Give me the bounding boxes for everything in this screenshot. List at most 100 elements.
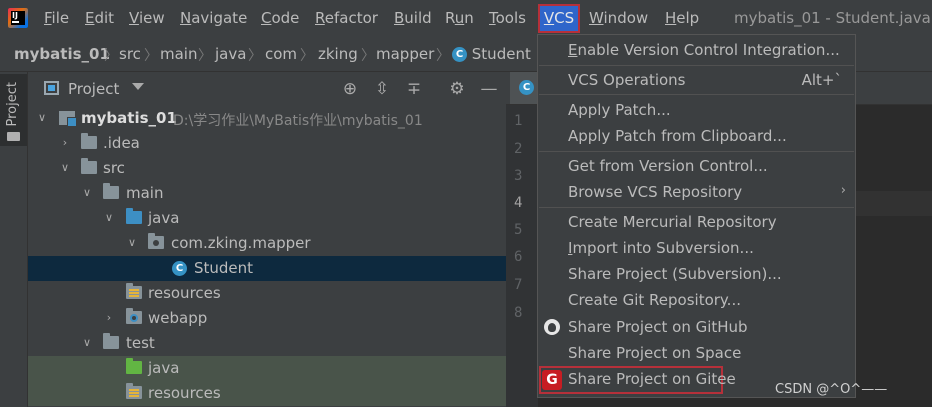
menu-item-create-git[interactable]: Create Git Repository... [538, 288, 855, 313]
menu-window[interactable]: Window [589, 9, 648, 27]
menu-separator [539, 151, 854, 152]
menu-item-enable-vcs[interactable]: Enable Version Control Integration... [538, 38, 855, 63]
folder-icon [81, 158, 97, 174]
breadcrumb-item[interactable]: zking [318, 45, 358, 63]
menu-separator [539, 94, 854, 95]
tree-row-module[interactable]: ∨ mybatis_01 D:\学习作业\MyBatis作业\mybatis_0… [28, 106, 506, 131]
locate-icon[interactable]: ⊕ [340, 79, 360, 99]
class-c-icon: C [519, 80, 534, 95]
line-number: 1 [514, 113, 523, 129]
line-number-gutter: 1 2 3 4 5 6 7 8 [506, 105, 538, 407]
menu-item-share-space[interactable]: Share Project on Space [538, 341, 855, 366]
folder-icon [103, 183, 119, 199]
github-icon [544, 319, 560, 335]
gitee-icon: G [542, 370, 562, 390]
menu-edit[interactable]: Edit [85, 9, 114, 27]
resources-folder-icon [126, 283, 142, 299]
line-number-current: 4 [514, 195, 523, 211]
tree-row-main[interactable]: ∨ main [28, 181, 506, 206]
module-path: D:\学习作业\MyBatis作业\mybatis_01 [173, 113, 423, 129]
chevron-right-icon: 〉 [300, 48, 314, 64]
window-title: mybatis_01 - Student.java [734, 9, 931, 27]
gear-icon[interactable]: ⚙ [447, 79, 467, 99]
tool-window-strip: Project [0, 72, 28, 407]
menu-build[interactable]: Build [394, 9, 432, 27]
chevron-down-icon[interactable]: ∨ [103, 212, 115, 224]
project-panel-header: Project ⊕ ⇳ ∓ ⚙ — [28, 72, 506, 106]
line-number: 6 [514, 249, 523, 265]
web-folder-icon [126, 308, 142, 324]
line-number: 2 [514, 141, 523, 157]
menu-item-apply-patch-clipboard[interactable]: Apply Patch from Clipboard... [538, 124, 855, 149]
menu-help[interactable]: Help [665, 9, 699, 27]
menu-item-share-subversion[interactable]: Share Project (Subversion)... [538, 262, 855, 287]
chevron-right-icon: 〉 [104, 48, 118, 64]
menu-separator [539, 207, 854, 208]
menu-bar: IJ File Edit View Navigate Code Refactor… [0, 0, 932, 37]
vcs-dropdown-menu: Enable Version Control Integration... VC… [537, 34, 856, 398]
tree-row-package[interactable]: ∨ com.zking.mapper [28, 231, 506, 256]
menu-refactor[interactable]: Refactor [315, 9, 378, 27]
chevron-right-icon[interactable]: › [59, 137, 71, 149]
submenu-arrow-icon: › [840, 183, 846, 198]
tree-row-webapp[interactable]: › webapp [28, 306, 506, 331]
menu-code[interactable]: Code [261, 9, 299, 27]
chevron-down-icon[interactable]: ∨ [81, 187, 93, 199]
project-panel: Project ⊕ ⇳ ∓ ⚙ — ∨ mybatis_01 D:\学习作业\M… [28, 72, 506, 407]
watermark: CSDN @^O^—— [775, 382, 888, 397]
tree-row-src[interactable]: ∨ src [28, 156, 506, 181]
tree-row-idea[interactable]: › .idea [28, 131, 506, 156]
breadcrumb-item[interactable]: mapper [376, 45, 434, 63]
chevron-right-icon: 〉 [144, 48, 158, 64]
folder-icon [103, 333, 119, 349]
class-c-icon: C [452, 47, 467, 62]
breadcrumb-item[interactable]: java [215, 45, 246, 63]
menu-separator [539, 65, 854, 66]
module-icon [59, 111, 77, 127]
class-c-icon: C [172, 261, 187, 276]
chevron-down-icon[interactable]: ∨ [36, 112, 48, 124]
resources-folder-icon [126, 383, 142, 399]
tree-row-student[interactable]: C Student [28, 256, 506, 281]
menu-tools[interactable]: Tools [489, 9, 526, 27]
menu-item-vcs-operations[interactable]: VCS Operations Alt+` [538, 68, 855, 93]
test-source-folder-icon [126, 358, 142, 374]
breadcrumb-item[interactable]: mybatis_01 [14, 45, 110, 63]
breadcrumb-item-current[interactable]: C Student [452, 45, 531, 63]
chevron-down-icon[interactable]: ∨ [81, 337, 93, 349]
expand-all-icon[interactable]: ⇳ [372, 79, 392, 99]
tree-row-test[interactable]: ∨ test [28, 331, 506, 356]
chevron-down-icon[interactable]: ∨ [59, 162, 71, 174]
tree-row-test-java[interactable]: java [28, 356, 506, 381]
folder-icon [7, 132, 20, 141]
project-panel-title[interactable]: Project [68, 80, 119, 98]
collapse-all-icon[interactable]: ∓ [404, 79, 424, 99]
menu-navigate[interactable]: Navigate [180, 9, 247, 27]
package-icon [148, 233, 164, 249]
breadcrumb-item[interactable]: src [119, 45, 141, 63]
menu-file[interactable]: File [44, 9, 69, 27]
tree-row-resources[interactable]: resources [28, 281, 506, 306]
line-number: 3 [514, 168, 523, 184]
tree-row-test-resources[interactable]: resources [28, 381, 506, 406]
menu-item-browse-vcs[interactable]: Browse VCS Repository › [538, 180, 855, 205]
menu-item-import-subversion[interactable]: Import into Subversion... [538, 236, 855, 261]
menu-item-apply-patch[interactable]: Apply Patch... [538, 98, 855, 123]
menu-item-share-github[interactable]: Share Project on GitHub [538, 315, 855, 340]
intellij-logo-icon: IJ [8, 8, 28, 28]
menu-item-get-from-vcs[interactable]: Get from Version Control... [538, 154, 855, 179]
line-number: 5 [514, 222, 523, 238]
chevron-right-icon[interactable]: › [103, 312, 115, 324]
menu-run[interactable]: Run [445, 9, 474, 27]
menu-view[interactable]: View [129, 9, 165, 27]
dropdown-caret-icon[interactable] [132, 83, 144, 90]
menu-vcs[interactable]: VCS [538, 4, 580, 33]
line-number: 7 [514, 277, 523, 293]
minimize-icon[interactable]: — [479, 79, 499, 99]
chevron-down-icon[interactable]: ∨ [126, 237, 138, 249]
project-tool-button[interactable]: Project [0, 74, 27, 146]
menu-item-create-mercurial[interactable]: Create Mercurial Repository [538, 210, 855, 235]
breadcrumb-item[interactable]: com [265, 45, 297, 63]
breadcrumb-item[interactable]: main [160, 45, 197, 63]
tree-row-java[interactable]: ∨ java [28, 206, 506, 231]
